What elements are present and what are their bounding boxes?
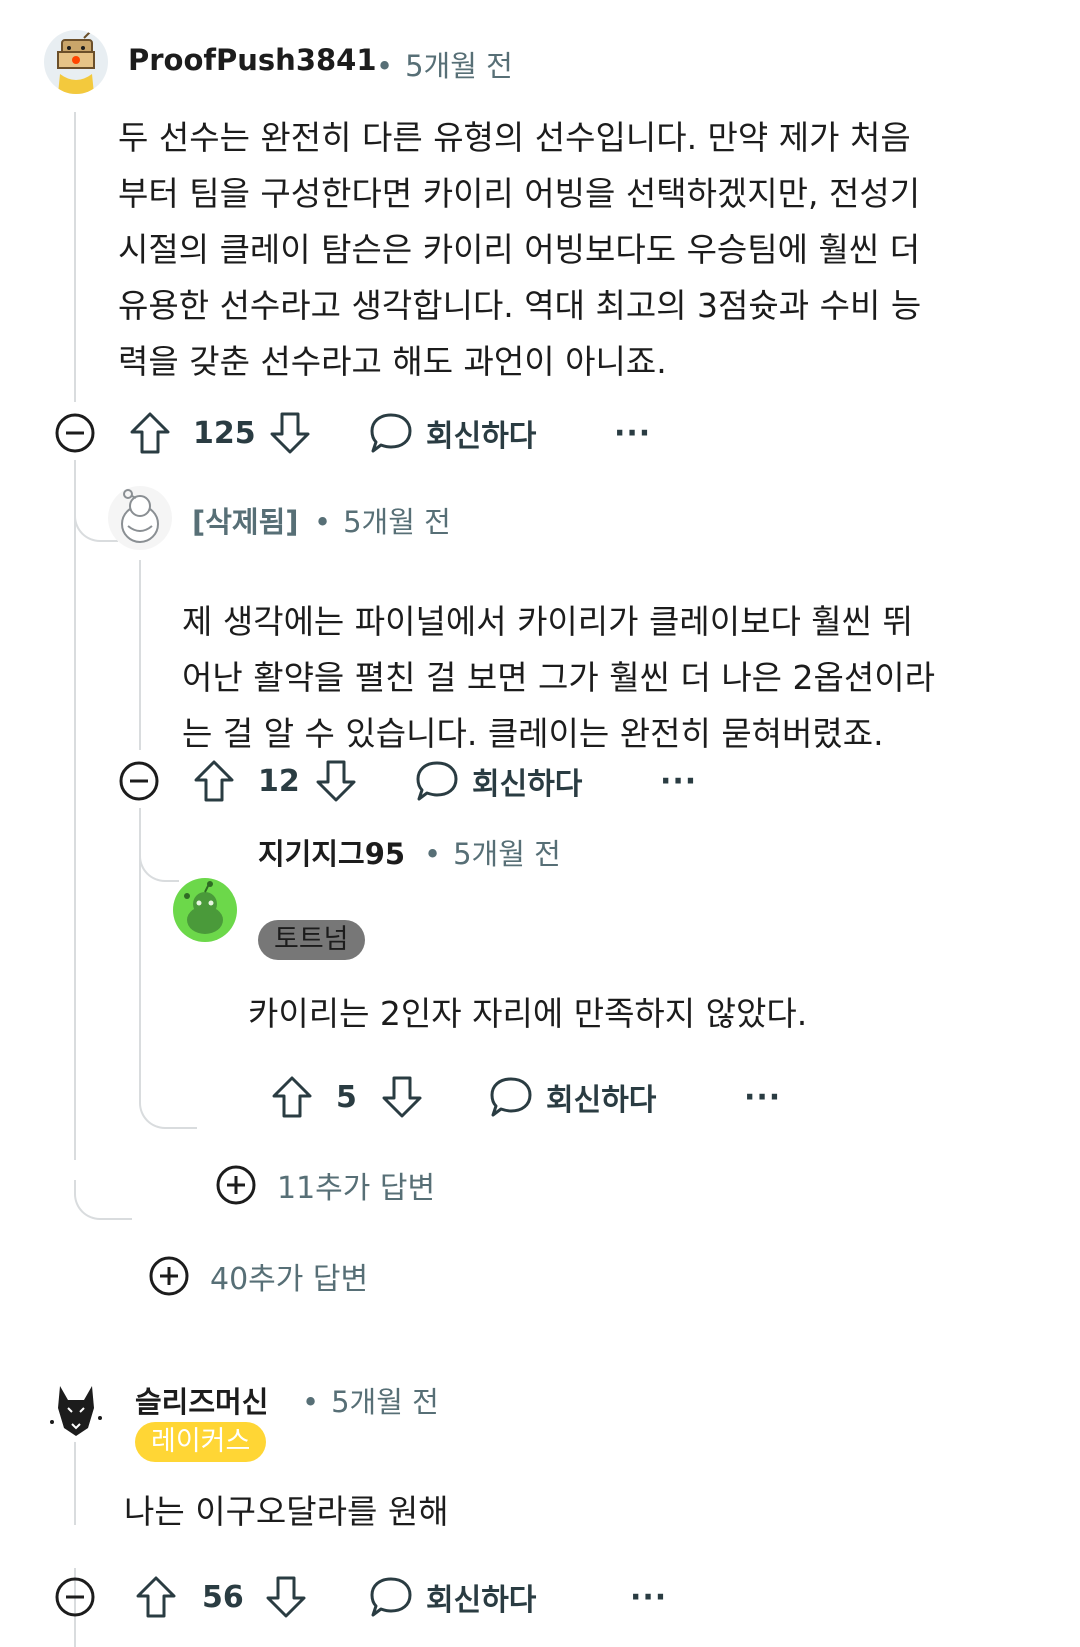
expand-plus-icon [149,1256,189,1296]
collapse-icon [55,1577,95,1617]
expand-plus-icon [216,1165,256,1205]
downvote-button[interactable] [380,1072,424,1122]
downvote-arrow-icon [270,412,310,454]
comment-bubble-icon [370,1577,412,1617]
reply-label: 회신하다 [426,419,537,454]
more-options-button[interactable]: ··· [660,756,697,806]
reply-button[interactable]: 회신하다 [368,408,536,458]
comment-bubble-icon [416,761,458,801]
reply-button[interactable]: 회신하다 [414,756,582,806]
more-options-button[interactable]: ··· [614,408,651,458]
more-options-button[interactable]: ··· [630,1572,667,1622]
thread-line-root [74,112,76,402]
downvote-arrow-icon [316,760,356,802]
collapse-icon [55,413,95,453]
robot-box-avatar-icon [57,31,95,94]
collapse-button[interactable] [54,1572,96,1622]
collapse-button[interactable] [54,408,96,458]
comment-actions: 56 회신하다 ··· [54,1572,754,1622]
downvote-button[interactable] [268,408,312,458]
more-replies-button[interactable]: 40추가 답변 [148,1254,368,1298]
thread-elbow-more-replies-11 [139,1060,197,1129]
comment-body: 두 선수는 완전히 다른 유형의 선수입니다. 만약 제가 처음 부터 팀을 구… [118,118,922,381]
upvote-arrow-icon [272,1076,312,1118]
comment-username[interactable]: 지기지그95 [258,831,405,873]
comment-timestamp: • 5개월 전 [302,1385,439,1419]
reply-label: 회신하다 [546,1083,657,1118]
comment-timestamp: • 5개월 전 [314,505,451,539]
downvote-button[interactable] [264,1572,308,1622]
upvote-button[interactable] [134,1572,178,1622]
reply-label: 회신하다 [426,1583,537,1618]
more-replies-label: 40추가 답변 [210,1262,369,1297]
comment-actions: 5 회신하다 ··· [270,1072,870,1122]
wolf-avatar-icon [50,1386,102,1436]
green-snoo-avatar-icon [184,881,223,934]
reply-button[interactable]: 회신하다 [368,1572,536,1622]
avatar[interactable] [44,1378,108,1442]
thread-elbow-reply-2 [139,820,179,882]
comment-body: 제 생각에는 파이널에서 카이리가 클레이보다 훨씬 뛰 어난 활약을 펼친 걸… [182,602,935,753]
comment-body: 카이리는 2인자 자리에 만족하지 않았다. [248,994,808,1033]
comment-username: [삭제됨] [192,505,299,539]
avatar[interactable] [44,30,108,94]
collapse-button[interactable] [118,756,160,806]
reply-button[interactable]: 회신하다 [488,1072,656,1122]
comment-timestamp: • 5개월 전 [376,49,513,83]
upvote-arrow-icon [130,412,170,454]
avatar[interactable] [173,878,237,942]
upvote-button[interactable] [192,756,236,806]
comment-body: 나는 이구오달라를 원해 [124,1492,449,1531]
comment-bubble-icon [490,1077,532,1117]
vote-count: 125 [193,415,256,451]
more-replies-label: 11추가 답변 [277,1171,436,1206]
deleted-user-avatar-icon [121,489,159,543]
more-replies-button[interactable]: 11추가 답변 [215,1163,435,1207]
comment-timestamp: • 5개월 전 [424,837,561,871]
user-flair: 레이커스 [135,1422,267,1462]
comment-username[interactable]: ProofPush3841 [128,43,377,77]
user-flair: 토트넘 [258,920,365,960]
avatar [108,486,172,550]
comment-username[interactable]: 슬리즈머신 [135,1379,268,1421]
thread-elbow-more-replies-40 [74,1180,132,1220]
reply-label: 회신하다 [472,767,583,802]
vote-count: 5 [336,1079,357,1115]
comment-bubble-icon [370,413,412,453]
vote-count: 56 [202,1579,244,1615]
collapse-icon [119,761,159,801]
downvote-arrow-icon [266,1576,306,1618]
comment-actions: 12 회신하다 ··· [118,756,818,806]
upvote-arrow-icon [194,760,234,802]
downvote-arrow-icon [382,1076,422,1118]
vote-count: 12 [258,763,300,799]
more-options-button[interactable]: ··· [744,1072,781,1122]
thread-line-root-children [74,460,76,1160]
upvote-arrow-icon [136,1576,176,1618]
comment-actions: 125 회신하다 ··· [54,408,754,458]
upvote-button[interactable] [128,408,172,458]
downvote-button[interactable] [314,756,358,806]
thread-line-reply-1 [139,560,141,750]
upvote-button[interactable] [270,1072,314,1122]
